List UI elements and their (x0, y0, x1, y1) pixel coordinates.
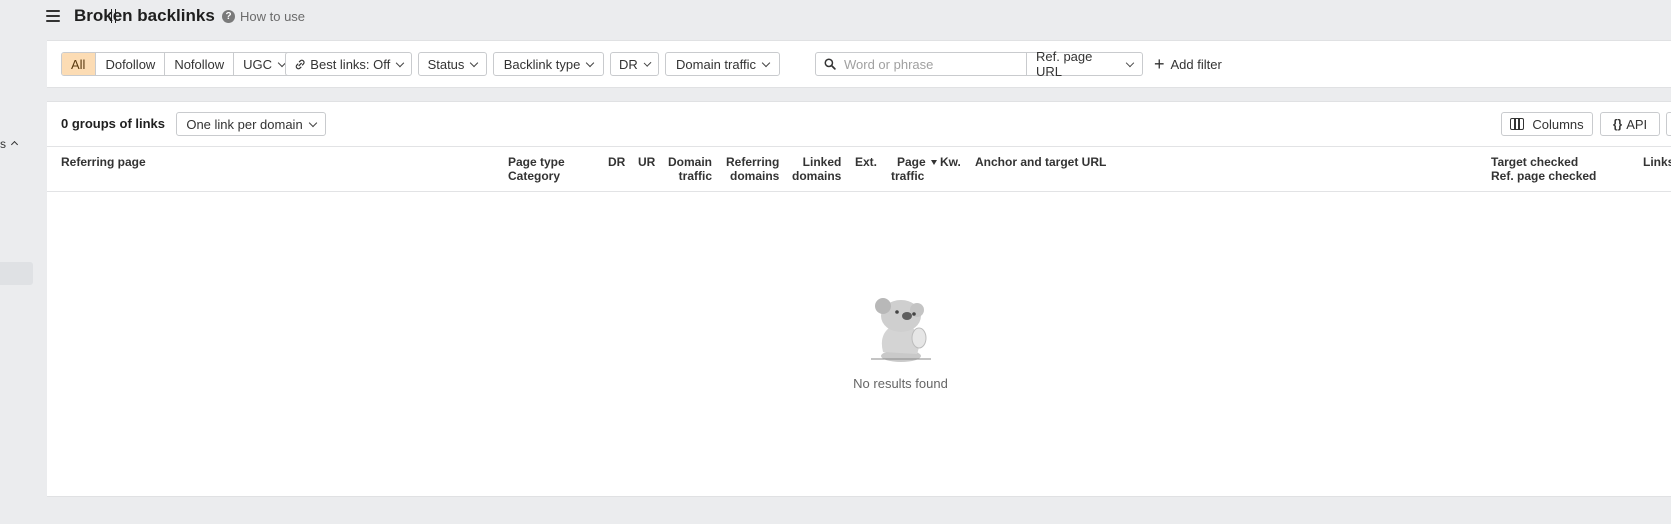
best-links-dropdown[interactable]: Best links: Off (285, 52, 412, 76)
columns-button[interactable]: Columns (1501, 112, 1593, 136)
col-domain-traffic[interactable]: Domain traffic (668, 155, 712, 183)
add-filter-button[interactable]: + Add filter (1154, 52, 1222, 76)
col-kw[interactable]: Kw. (940, 155, 961, 169)
columns-icon (1510, 118, 1525, 130)
search-group: Ref. page URL (815, 49, 1143, 79)
dr-dropdown[interactable]: DR (610, 52, 659, 76)
api-button[interactable]: {} API (1600, 112, 1660, 136)
chevron-down-icon (1125, 58, 1135, 67)
col-page-type[interactable]: Page type Category (508, 155, 565, 183)
search-field[interactable] (815, 52, 1027, 76)
segment-nofollow[interactable]: Nofollow (164, 53, 233, 75)
help-icon: ? (222, 10, 235, 23)
header-divider-bottom (47, 191, 1671, 192)
braces-icon: {} (1612, 117, 1623, 131)
empty-state-message: No results found (853, 376, 948, 391)
col-checked-dates[interactable]: Target checked Ref. page checked (1491, 155, 1596, 183)
koala-illustration-icon (871, 298, 931, 362)
sort-desc-icon (931, 160, 938, 165)
empty-state-illustration (851, 286, 951, 369)
segment-all[interactable]: All (62, 53, 97, 75)
col-page-traffic[interactable]: Page traffic (891, 155, 938, 183)
domain-traffic-dropdown[interactable]: Domain traffic (665, 52, 780, 76)
col-dr[interactable]: DR (608, 155, 625, 169)
link-type-segmented-control: All Dofollow Nofollow UGC (61, 52, 296, 76)
search-mode-dropdown[interactable]: Ref. page URL (1027, 49, 1143, 79)
search-input[interactable] (844, 56, 1004, 72)
more-button[interactable] (1666, 112, 1671, 136)
status-dropdown[interactable]: Status (418, 52, 487, 76)
sidebar-fragment[interactable]: s (0, 137, 19, 151)
grouping-dropdown[interactable]: One link per domain (176, 112, 326, 136)
col-referring-domains[interactable]: Referring domains (726, 155, 779, 183)
how-to-use-link[interactable]: ? How to use (222, 9, 305, 24)
sidebar-selected-item[interactable] (0, 262, 33, 285)
search-icon (824, 58, 836, 70)
plus-icon: + (1154, 54, 1165, 74)
col-linked-domains[interactable]: Linked domains (792, 155, 841, 183)
menu-icon[interactable] (46, 10, 60, 22)
chevron-down-icon (470, 58, 479, 67)
col-anchor-target[interactable]: Anchor and target URL (975, 155, 1106, 169)
chevron-down-icon (643, 58, 652, 67)
chevron-up-icon (11, 140, 19, 149)
chevron-down-icon (308, 118, 317, 127)
text-cursor-icon (111, 9, 116, 23)
chevron-down-icon (395, 58, 405, 67)
col-links[interactable]: Links (1643, 155, 1671, 169)
filter-bar: All Dofollow Nofollow UGC Best links: Of… (47, 40, 1671, 88)
col-ext[interactable]: Ext. (855, 155, 877, 169)
link-icon (295, 59, 305, 69)
header-divider-top (47, 146, 1671, 147)
groups-count: 0 groups of links (61, 116, 166, 131)
backlink-type-dropdown[interactable]: Backlink type (493, 52, 604, 76)
col-ur[interactable]: UR (638, 155, 655, 169)
chevron-down-icon (586, 58, 595, 67)
col-referring-page[interactable]: Referring page (61, 155, 146, 169)
chevron-down-icon (761, 58, 771, 67)
page-title: Broken backlinks (74, 6, 215, 25)
segment-dofollow[interactable]: Dofollow (95, 53, 164, 75)
